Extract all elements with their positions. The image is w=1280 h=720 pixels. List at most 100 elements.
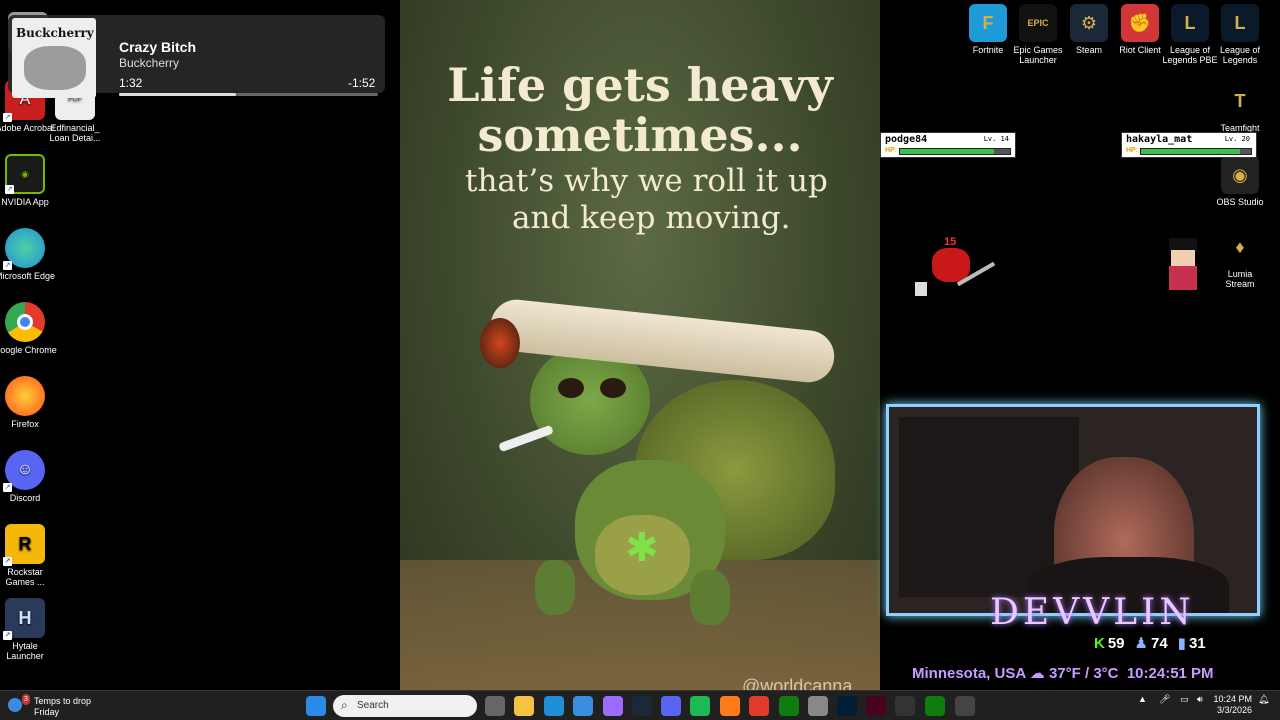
taskbar-clock[interactable]: 10:24 PM 3/3/2026 bbox=[1212, 694, 1252, 716]
desktop-icon-label: Rockstar Games ... bbox=[5, 567, 45, 587]
taskbar-discord-icon[interactable] bbox=[661, 696, 681, 716]
hp-track bbox=[899, 148, 1011, 155]
hp-player-name: podge84 bbox=[885, 134, 928, 145]
desktop-icon-hytale[interactable]: H ↗ Hytale Launcher bbox=[0, 598, 57, 661]
desktop-icon-epic-games[interactable]: EPIC Epic Games Launcher bbox=[1010, 4, 1066, 65]
desktop-icon-discord[interactable]: ☺ ↗ Discord bbox=[0, 450, 57, 503]
taskbar-store-icon[interactable] bbox=[573, 696, 593, 716]
track-artist: Buckcherry bbox=[119, 56, 180, 70]
desktop-icon-edge[interactable]: ↗ Microsoft Edge bbox=[0, 228, 57, 281]
taskbar-edge-icon[interactable] bbox=[544, 696, 564, 716]
taskbar-xbox-app-icon[interactable] bbox=[925, 696, 945, 716]
desktop-icon-firefox[interactable]: Firefox bbox=[0, 376, 57, 429]
desktop-icon-label: Steam bbox=[1075, 45, 1102, 55]
desktop-icon-label: League of Legends bbox=[1219, 45, 1261, 65]
turtle-leg bbox=[690, 570, 730, 625]
desktop-icon-label: Hytale Launcher bbox=[6, 641, 44, 661]
weather-cloud-icon: ☁ bbox=[1029, 665, 1049, 682]
taskbar-copilot-icon[interactable] bbox=[603, 696, 623, 716]
sprite-damage-number: 15 bbox=[944, 236, 957, 248]
media-progress-fill bbox=[119, 93, 236, 96]
bar-chart-icon: ▮ bbox=[1177, 635, 1186, 652]
league-icon: L bbox=[1221, 4, 1259, 42]
desktop-icon-teamfight[interactable]: T Teamfight bbox=[1212, 82, 1268, 133]
discord-icon: ☺ ↗ bbox=[3, 450, 45, 492]
taskbar-chrome-icon[interactable] bbox=[749, 696, 769, 716]
desktop-icon-league-pbe[interactable]: L League of Legends PBE bbox=[1162, 4, 1218, 65]
epic-games-icon: EPIC bbox=[1019, 4, 1057, 42]
hp-widget-podge84: podge84 Lv. 14 HP: bbox=[880, 132, 1016, 158]
riot-icon: ✊ bbox=[1121, 4, 1159, 42]
network-icon[interactable]: ▭ bbox=[1180, 694, 1189, 705]
hp-level: Lv. 14 bbox=[983, 135, 1009, 143]
turtle-eye bbox=[600, 378, 626, 398]
desktop-icon-label: Google Chrome bbox=[0, 345, 57, 355]
desktop-icon-label: NVIDIA App bbox=[1, 197, 49, 207]
poster-line-3: that’s why we roll it up bbox=[465, 163, 828, 199]
desktop-icon-chrome[interactable]: Google Chrome bbox=[0, 302, 57, 355]
taskbar-indesign-icon[interactable] bbox=[866, 696, 886, 716]
kick-icon: K bbox=[1094, 634, 1105, 652]
taskbar-obs-taskbar-icon[interactable] bbox=[955, 696, 975, 716]
desktop-icon-obs[interactable]: ◉ OBS Studio bbox=[1212, 156, 1268, 207]
hp-fill bbox=[900, 149, 994, 154]
taskbar-task-view-icon[interactable] bbox=[485, 696, 505, 716]
fortnite-icon: F bbox=[969, 4, 1007, 42]
elapsed-time: 1:32 bbox=[119, 76, 143, 90]
hp-level: Lv. 20 bbox=[1224, 135, 1250, 143]
stream-location-bar: Minnesota, USA ☁ 37°F / 3°C 10:24:51 PM bbox=[912, 664, 1214, 682]
desktop-icon-label: League of Legends PBE bbox=[1162, 45, 1218, 65]
microphone-icon[interactable]: 🎤︎ bbox=[1159, 694, 1170, 705]
nvidia-icon: ◉ ↗ bbox=[5, 154, 45, 194]
desktop-icon-steam[interactable]: ⚙ Steam bbox=[1061, 4, 1117, 55]
desktop-icon-rockstar[interactable]: R ↗ Rockstar Games ... bbox=[0, 524, 57, 587]
poster-line-1: Life gets heavy bbox=[447, 58, 833, 112]
volume-icon[interactable]: 🔊︎ bbox=[1197, 694, 1203, 705]
edge-icon: ↗ bbox=[3, 228, 45, 270]
turtle-leg bbox=[535, 560, 575, 615]
notification-bell-icon[interactable]: 🔔︎ bbox=[1258, 694, 1269, 705]
stream-location: Minnesota, USA bbox=[912, 665, 1026, 682]
desktop-icon-label: Riot Client bbox=[1119, 45, 1161, 55]
desktop-icon-lumia[interactable]: ♦ Lumia Stream bbox=[1212, 228, 1268, 289]
taskbar-xbox-icon[interactable] bbox=[779, 696, 799, 716]
stat-bars: ▮ 31 bbox=[1178, 632, 1206, 654]
album-art: Buckcherry bbox=[12, 18, 96, 98]
taskbar-spotify-icon[interactable] bbox=[690, 696, 710, 716]
desktop-icon-league[interactable]: L League of Legends bbox=[1212, 4, 1268, 65]
tray-overflow-icon[interactable]: ▲ bbox=[1138, 694, 1147, 704]
poster-watermark: @worldcanna bbox=[742, 676, 853, 690]
media-progress-bar[interactable] bbox=[119, 93, 378, 96]
search-label: Search bbox=[357, 700, 389, 711]
stat-bars-value: 31 bbox=[1188, 634, 1206, 652]
taskbar-firefox-icon[interactable] bbox=[720, 696, 740, 716]
stat-kick-value: 59 bbox=[1107, 634, 1125, 652]
webcam-feed bbox=[886, 404, 1260, 616]
hytale-icon: H ↗ bbox=[3, 598, 45, 640]
taskbar-windows-start-icon[interactable] bbox=[306, 696, 326, 716]
joint-ember bbox=[480, 318, 520, 368]
stat-kick: K 59 bbox=[1094, 632, 1125, 654]
weather-badge: 3 bbox=[22, 694, 30, 705]
desktop-icon-riot[interactable]: ✊ Riot Client bbox=[1112, 4, 1168, 55]
sprite-pirate bbox=[1163, 238, 1203, 294]
desktop-icon-nvidia[interactable]: ◉ ↗ NVIDIA App bbox=[0, 154, 57, 207]
desktop-icon-label: OBS Studio bbox=[1216, 197, 1264, 207]
streamer-name: DEVVLIN bbox=[990, 592, 1195, 633]
desktop-icon-label: Discord bbox=[9, 493, 41, 503]
taskbar-search-box[interactable]: ⌕ Search bbox=[333, 695, 477, 717]
clock-date: 3/3/2026 bbox=[1216, 705, 1252, 715]
taskbar-steam-icon[interactable] bbox=[632, 696, 652, 716]
taskbar-capture-icon[interactable] bbox=[808, 696, 828, 716]
taskbar-photoshop-icon[interactable] bbox=[837, 696, 857, 716]
teamfight-icon: T bbox=[1221, 82, 1259, 120]
media-flyout[interactable]: Buckcherry Crazy Bitch Buckcherry 1:32 -… bbox=[8, 15, 385, 98]
hp-fill bbox=[1141, 149, 1240, 154]
taskbar-terminal-icon[interactable] bbox=[895, 696, 915, 716]
taskbar-file-explorer-icon[interactable] bbox=[514, 696, 534, 716]
desktop-icon-fortnite[interactable]: F Fortnite bbox=[960, 4, 1016, 55]
sprite-pirate-face bbox=[1171, 250, 1195, 266]
stat-viewers: ♟ 74 bbox=[1135, 632, 1168, 654]
search-icon: ⌕ bbox=[341, 698, 348, 712]
taskbar: 3 Temps to drop Friday ⌕ Search ▲ 🎤︎ ▭ 🔊… bbox=[0, 690, 1280, 720]
